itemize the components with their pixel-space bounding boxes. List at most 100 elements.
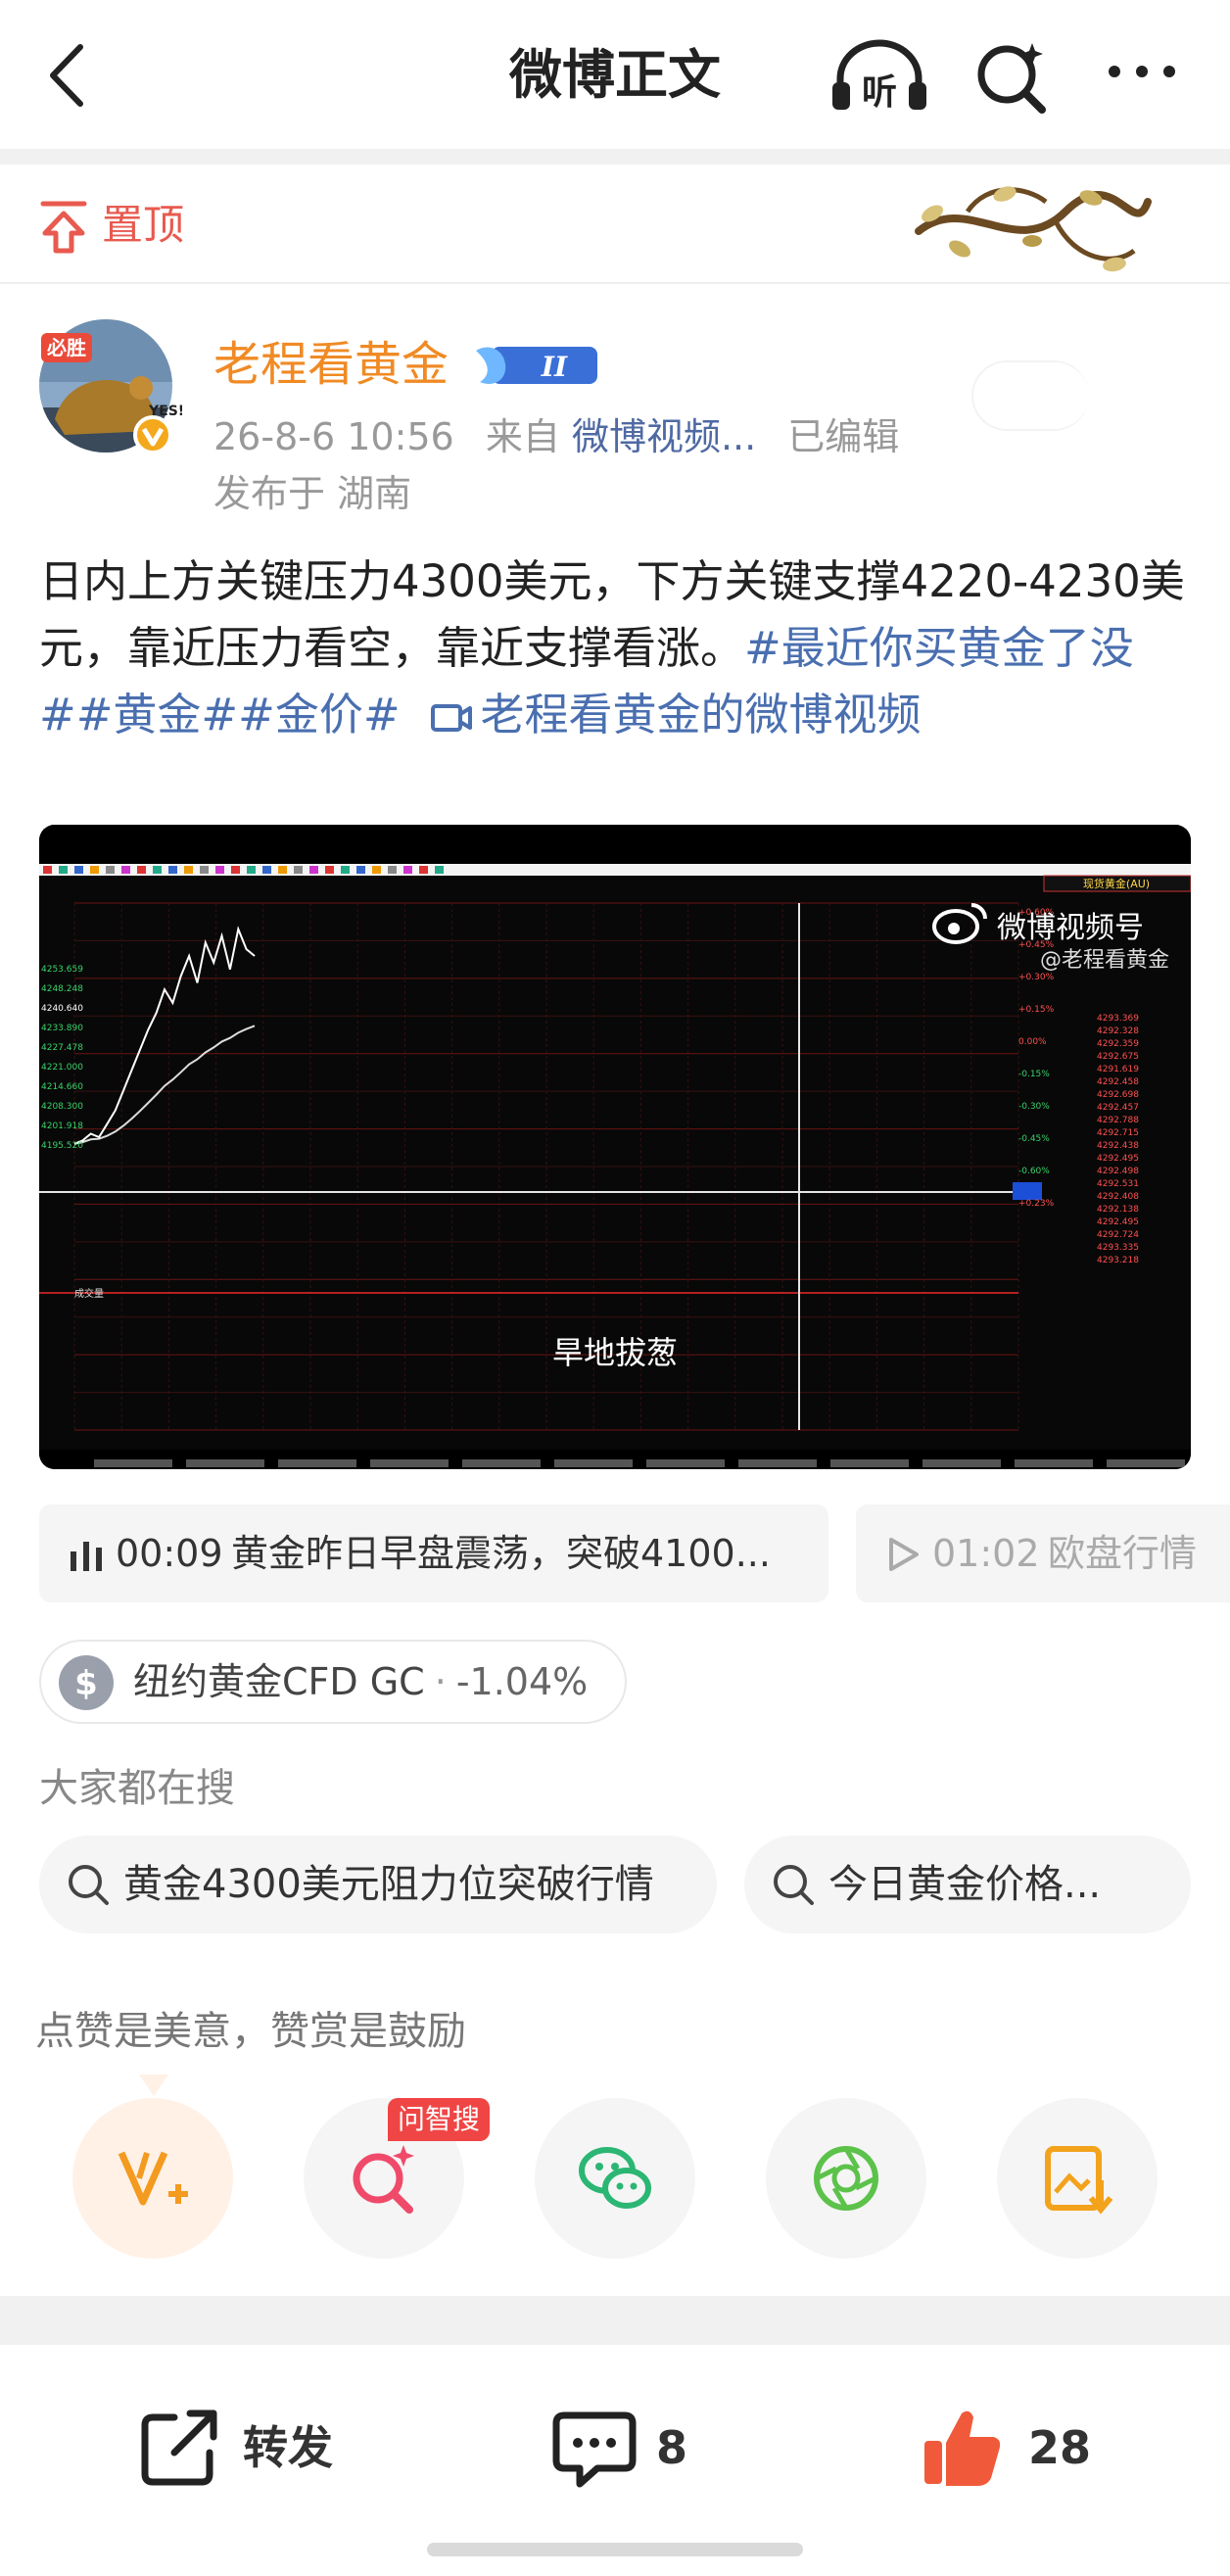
avatar-badge-text: 必胜 [46, 336, 86, 359]
reward-button[interactable] [72, 2098, 233, 2259]
progress-segment [830, 1459, 909, 1467]
home-indicator [427, 2543, 803, 2556]
toolbar-button-icon [184, 866, 193, 874]
toolbar-button-icon [262, 866, 271, 874]
toolbar-button-icon [106, 866, 115, 874]
listen-label: 听 [862, 72, 897, 113]
toolbar-button-icon [215, 866, 224, 874]
author-avatar[interactable]: 必胜 YES! [35, 313, 182, 460]
chapter-chip[interactable]: 01:02 欧盘行情 [856, 1504, 1230, 1602]
edited-label[interactable]: 已编辑 [787, 415, 899, 458]
hot-search-text: 黄金4300美元阻力位突破行情 [123, 1862, 654, 1907]
pin-top-icon [40, 201, 87, 254]
video-watermark: 微博视频号 [997, 911, 1144, 945]
quote-value: 4292.498 [1097, 1167, 1139, 1176]
toolbar-button-icon [121, 866, 130, 874]
video-link[interactable]: 老程看黄金的微博视频 [481, 689, 922, 740]
toolbar-button-icon [247, 866, 256, 874]
pct-tick-label: +0.30% [1018, 973, 1055, 982]
post-location: 发布于 湖南 [213, 472, 412, 515]
toolbar-button-icon [341, 866, 350, 874]
quote-value: 4292.495 [1097, 1217, 1139, 1227]
post-time: 26-8-6 10:56 [213, 415, 454, 458]
post-source-link[interactable]: 微博视频... [572, 415, 756, 458]
section-divider [0, 2296, 1230, 2345]
quote-value: 4292.675 [1097, 1052, 1139, 1062]
toolbar-button-icon [294, 866, 303, 874]
price-tick-label: 4233.890 [41, 1024, 83, 1033]
user-level-text: II [541, 351, 568, 383]
headphones-listen-icon[interactable]: 听 [830, 39, 928, 114]
save-image-button[interactable] [997, 2098, 1158, 2259]
pct-tick-label: -0.60% [1018, 1167, 1050, 1176]
quote-value: 4292.138 [1097, 1205, 1139, 1215]
quote-value: 4292.698 [1097, 1090, 1139, 1100]
ask-search-icon [353, 2145, 414, 2214]
hot-search-item[interactable]: 黄金4300美元阻力位突破行情 [39, 1836, 717, 1933]
toolbar-button-icon [309, 866, 318, 874]
quote-value: 4292.788 [1097, 1116, 1139, 1125]
hot-search-item[interactable]: 今日黄金价格... [744, 1836, 1191, 1933]
repost-icon [141, 2409, 217, 2486]
praise-heading: 点赞是美意，赞赏是鼓励 [35, 2009, 466, 2054]
source-prefix: 来自 [485, 415, 560, 458]
progress-segment [738, 1459, 817, 1467]
volume-label: 成交量 [74, 1287, 104, 1300]
ai-search-icon[interactable] [971, 35, 1050, 114]
price-tick-label: 4227.478 [41, 1043, 83, 1053]
price-tick-label: 4208.300 [41, 1102, 83, 1112]
chapter-time: 00:09 [116, 1532, 223, 1575]
stock-change: -1.04% [455, 1660, 589, 1703]
dollar-icon: $ [59, 1655, 114, 1710]
progress-segment [370, 1459, 449, 1467]
stock-quote-chip[interactable]: $ 纽约黄金CFD GC · -1.04% [39, 1640, 627, 1724]
price-tick-label: 4201.918 [41, 1121, 83, 1131]
bottom-action-bar: 转发 8 28 [0, 2345, 1230, 2576]
post-content: 日内上方关键压力4300美元，下方关键支撑4220-4230美元，靠近压力看空，… [39, 549, 1195, 748]
share-moments-button[interactable] [766, 2098, 926, 2259]
verified-badge-icon [133, 415, 172, 454]
author-name[interactable]: 老程看黄金 [213, 333, 449, 396]
toolbar-button-icon [153, 866, 162, 874]
share-wechat-button[interactable] [535, 2098, 695, 2259]
toolbar-button-icon [356, 866, 365, 874]
progress-segment [646, 1459, 725, 1467]
quote-value: 4292.457 [1097, 1103, 1139, 1113]
follow-button[interactable] [971, 360, 1089, 431]
top-nav-bar: 微博正文 听 [0, 0, 1230, 149]
video-subtitle: 旱地拔葱 [551, 1334, 678, 1371]
toolbar-button-icon [200, 866, 209, 874]
dollar-symbol: $ [74, 1664, 98, 1703]
chapter-title: 欧盘行情 [1048, 1532, 1198, 1575]
pct-tick-label: -0.15% [1018, 1070, 1050, 1079]
quote-value: 4293.369 [1097, 1014, 1139, 1024]
post-meta: 26-8-6 10:56 来自 微博视频... 已编辑 [213, 409, 899, 464]
progress-segment [186, 1459, 264, 1467]
pct-tick-label: -0.30% [1018, 1102, 1050, 1112]
play-icon [889, 1538, 919, 1571]
toolbar-button-icon [137, 866, 146, 874]
quote-value: 4292.458 [1097, 1077, 1139, 1087]
weibo-logo-icon [932, 903, 987, 944]
quote-value: 4293.335 [1097, 1243, 1139, 1253]
progress-segment [554, 1459, 633, 1467]
toolbar-button-icon [419, 866, 428, 874]
chapter-time: 01:02 [932, 1532, 1040, 1575]
price-tick-label: 4240.640 [41, 1004, 83, 1014]
quote-value: 4292.359 [1097, 1039, 1139, 1049]
toolbar-button-icon [278, 866, 287, 874]
chapter-title: 黄金昨日早盘震荡，突破4100... [231, 1532, 771, 1575]
toolbar-button-icon [435, 866, 444, 874]
more-options-icon[interactable] [1105, 57, 1179, 86]
ask-search-badge: 问智搜 [388, 2098, 491, 2141]
chapter-chip[interactable]: 00:09 黄金昨日早盘震荡，突破4100... [39, 1504, 828, 1602]
hot-search-text: 今日黄金价格... [828, 1862, 1102, 1907]
thumbs-up-icon [924, 2410, 1001, 2486]
quote-value: 4292.724 [1097, 1230, 1139, 1240]
toolbar-strip [39, 864, 1191, 876]
wechat-icon [579, 2147, 651, 2209]
like-count: 28 [1028, 2421, 1092, 2474]
toolbar-button-icon [90, 866, 99, 874]
search-icon [69, 1865, 109, 1905]
comment-count: 8 [656, 2421, 688, 2474]
